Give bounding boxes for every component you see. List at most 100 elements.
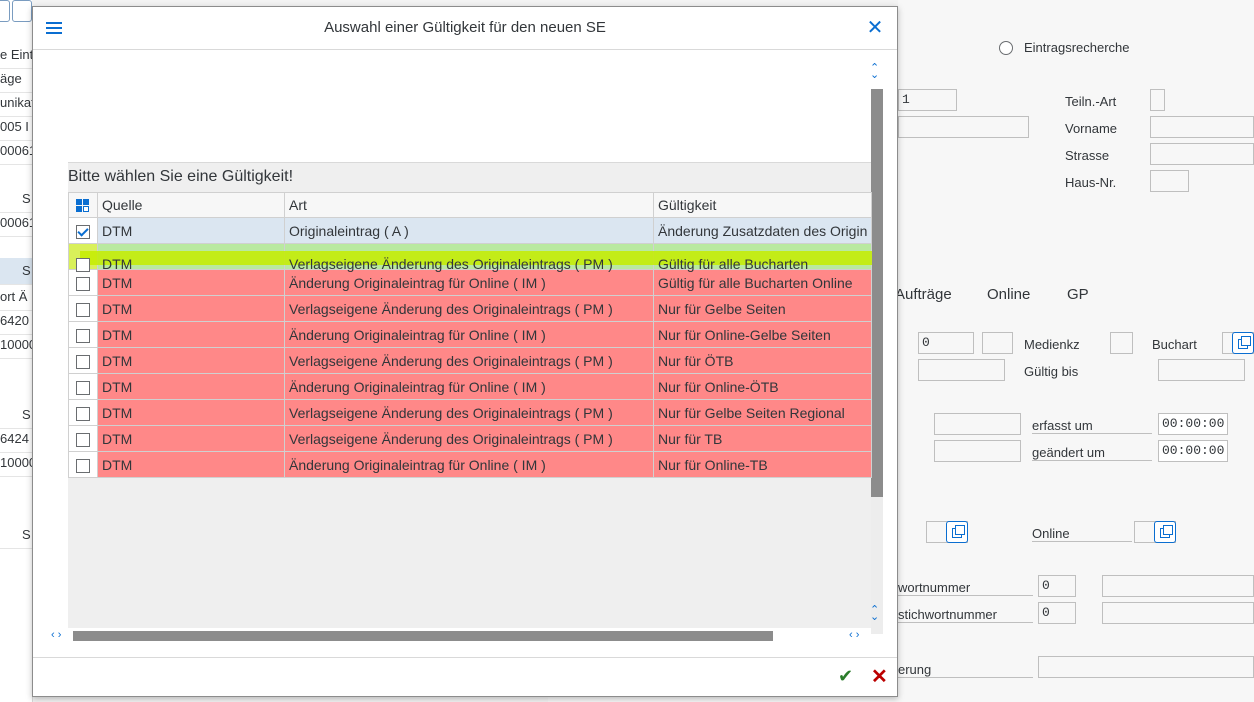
field-zero[interactable]: 0 [918,332,974,354]
row-checkbox[interactable] [76,432,90,447]
checkbox-cell[interactable] [68,425,98,452]
field-haus-nr[interactable] [1150,170,1189,192]
row-checkbox[interactable] [76,354,90,369]
horizontal-scrollbar-thumb[interactable] [73,631,773,641]
radio-eintragsrecherche[interactable] [999,41,1013,55]
valuehelp-icon[interactable] [1232,332,1254,354]
list-item[interactable]: 10000 [0,332,32,359]
field-teiln-art[interactable] [1150,89,1165,111]
cell-gueltigkeit: Gültig für alle Bucharten Online [653,269,872,296]
field-gueltig-bis[interactable] [1158,359,1245,381]
list-item[interactable]: 005 I [0,114,32,141]
field-geaendert-um[interactable]: 00:00:00 [1158,440,1228,462]
field-name[interactable] [898,116,1029,138]
row-checkbox[interactable] [76,380,90,395]
row-checkbox[interactable] [76,458,90,473]
field-vorname[interactable] [1150,116,1254,138]
field-wortnummer[interactable]: 0 [1038,575,1076,597]
field-wortnummer-text[interactable] [1102,575,1254,597]
tab-gp[interactable]: GP [1067,286,1089,303]
column-header-quelle[interactable]: Quelle [97,192,285,218]
field-strasse[interactable] [1150,143,1254,165]
field-erfasst-um[interactable]: 00:00:00 [1158,413,1228,435]
cell-art: Verlagseigene Änderung des Originaleintr… [284,399,654,426]
valuehelp-left[interactable] [926,521,968,543]
field-top[interactable]: 1 [898,89,957,111]
field-stichwortnummer[interactable]: 0 [1038,602,1076,624]
checkbox-cell[interactable] [68,451,98,478]
table-row[interactable]: DTM Verlagseigene Änderung des Originalei… [68,347,872,374]
cell-quelle: DTM [97,269,285,296]
list-item[interactable]: S [0,186,32,213]
row-checkbox[interactable] [76,328,90,343]
table-row[interactable]: DTM Änderung Originaleintrag für Online (… [68,373,872,400]
cell-quelle: DTM [97,347,285,374]
list-item[interactable]: S [0,522,32,549]
checkbox-cell[interactable] [68,269,98,296]
field-date[interactable] [918,359,1005,381]
list-item[interactable]: S [0,402,32,429]
cancel-icon[interactable]: ✕ [871,664,888,689]
highlight-marker [80,251,872,265]
select-all-cell[interactable] [68,192,98,218]
close-icon[interactable]: ✕ [866,18,884,38]
table-row[interactable]: DTM Verlagseigene Änderung des Originalei… [68,295,872,322]
table-row[interactable]: DTM Änderung Originaleintrag für Online (… [68,269,872,296]
table-row[interactable]: DTM Änderung Originaleintrag für Online (… [68,451,872,478]
row-checkbox[interactable] [76,224,90,239]
cell-quelle: DTM [97,321,285,348]
list-item[interactable]: S [0,258,32,285]
toolbar-button[interactable] [0,0,10,22]
list-item[interactable]: ort Ä [0,284,32,311]
list-item[interactable]: 00061 [0,138,32,165]
field-medienkz[interactable] [1110,332,1133,354]
cell-gueltigkeit: Nur für Online-Gelbe Seiten [653,321,872,348]
table-row[interactable]: DTM Verlagseigene Änderung des Originalei… [68,399,872,426]
list-item[interactable]: 10000 [0,450,32,477]
row-checkbox[interactable] [76,406,90,421]
scroll-up-icon[interactable]: ⌃ ⌄ [870,63,879,81]
column-header-art[interactable]: Art [284,192,654,218]
field-stichwortnummer-text[interactable] [1102,602,1254,624]
checkbox-cell[interactable] [68,217,98,244]
row-checkbox[interactable] [76,276,90,291]
cell-quelle: DTM [97,373,285,400]
checkbox-cell[interactable] [68,399,98,426]
checkbox-cell[interactable] [68,295,98,322]
table-row[interactable]: DTM Änderung Originaleintrag für Online (… [68,321,872,348]
checkbox-cell[interactable] [68,321,98,348]
label-strasse: Strasse [1065,148,1110,163]
scroll-down-icon[interactable]: ⌃ ⌄ [870,605,879,623]
column-header-gueltigkeit[interactable]: Gültigkeit [653,192,872,218]
toolbar-button[interactable] [12,0,32,22]
valuehelp-icon[interactable] [946,521,968,543]
list-item[interactable]: 6424 A [0,426,32,453]
field-small[interactable] [982,332,1013,354]
field-erfasst-am[interactable] [934,413,1021,435]
row-checkbox[interactable] [76,302,90,317]
field-erung[interactable] [1038,656,1254,678]
scroll-left-icon[interactable]: ‹ › [51,629,61,641]
buchart-valuehelp[interactable] [1222,332,1254,354]
checkbox-cell[interactable] [68,347,98,374]
cell-quelle: DTM [97,217,285,244]
list-item[interactable]: unikat [0,90,32,117]
tab-auftraege[interactable]: Aufträge [895,286,952,303]
table-row[interactable]: DTM Verlagseigene Änderung des Originalei… [68,425,872,452]
scroll-right-icon[interactable]: ‹ › [849,629,859,641]
tab-online[interactable]: Online [987,286,1030,303]
vertical-scrollbar-thumb[interactable] [871,89,883,497]
valuehelp-online[interactable] [1134,521,1176,543]
checkbox-cell[interactable] [68,373,98,400]
field-geaendert-am[interactable] [934,440,1021,462]
validity-table: Quelle Art Gültigkeit DTM Originaleintrag… [68,192,872,478]
list-item[interactable]: äge [0,66,32,93]
select-all-icon[interactable] [76,199,90,213]
list-item[interactable]: e Eintr [0,42,32,69]
list-item[interactable]: 6420 A [0,308,32,335]
list-item[interactable]: 00061 [0,210,32,237]
valuehelp-icon[interactable] [1154,521,1176,543]
confirm-icon[interactable]: ✔ [838,666,853,687]
table-row[interactable]: DTM Originaleintrag ( A ) Änderung Zusatzd… [68,217,872,244]
cell-quelle: DTM [97,451,285,478]
